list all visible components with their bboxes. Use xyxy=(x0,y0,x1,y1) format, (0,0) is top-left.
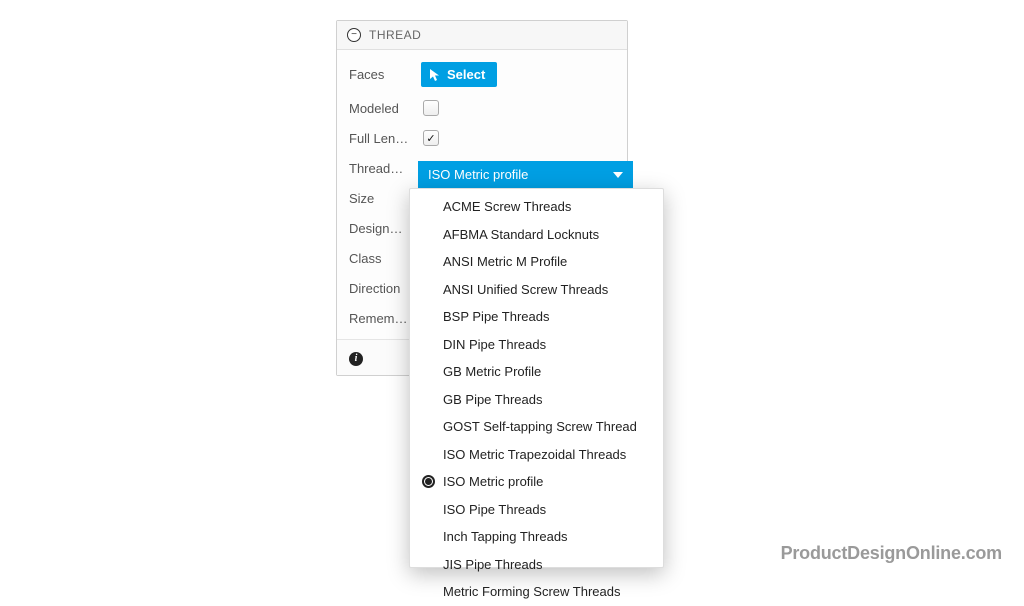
faces-select-button[interactable]: Select xyxy=(421,62,497,87)
panel-header: − THREAD xyxy=(337,21,627,50)
radio-spacer xyxy=(422,585,435,598)
thread-type-option-label: JIS Pipe Threads xyxy=(443,555,542,575)
thread-type-option[interactable]: ISO Pipe Threads xyxy=(410,496,663,524)
watermark-text: ProductDesignOnline.com xyxy=(781,543,1002,564)
radio-spacer xyxy=(422,365,435,378)
radio-spacer xyxy=(422,283,435,296)
thread-type-selected-value: ISO Metric profile xyxy=(428,167,528,182)
thread-type-option[interactable]: ISO Metric profile xyxy=(410,468,663,496)
radio-spacer xyxy=(422,503,435,516)
radio-spacer xyxy=(422,530,435,543)
size-label: Size xyxy=(349,191,413,206)
thread-type-option-label: BSP Pipe Threads xyxy=(443,307,549,327)
radio-icon xyxy=(422,475,435,488)
thread-type-option[interactable]: Metric Forming Screw Threads xyxy=(410,578,663,606)
thread-type-option-label: DIN Pipe Threads xyxy=(443,335,546,355)
radio-spacer xyxy=(422,420,435,433)
thread-type-option[interactable]: ACME Screw Threads xyxy=(410,193,663,221)
radio-spacer xyxy=(422,558,435,571)
thread-type-option-label: GB Metric Profile xyxy=(443,362,541,382)
direction-label: Direction xyxy=(349,281,413,296)
row-modeled: Modeled xyxy=(337,93,627,123)
thread-type-option[interactable]: Inch Tapping Threads xyxy=(410,523,663,551)
collapse-icon[interactable]: − xyxy=(347,28,361,42)
designation-label: Design… xyxy=(349,221,413,236)
faces-label: Faces xyxy=(349,67,413,82)
thread-type-option-label: GB Pipe Threads xyxy=(443,390,542,410)
cursor-icon xyxy=(429,68,441,82)
thread-type-option[interactable]: GB Pipe Threads xyxy=(410,386,663,414)
radio-spacer xyxy=(422,228,435,241)
full-length-label: Full Len… xyxy=(349,131,413,146)
radio-spacer xyxy=(422,448,435,461)
thread-type-option-label: Metric Forming Screw Threads xyxy=(443,582,620,602)
modeled-label: Modeled xyxy=(349,101,413,116)
thread-type-option-label: ISO Metric Trapezoidal Threads xyxy=(443,445,626,465)
thread-type-option[interactable]: DIN Pipe Threads xyxy=(410,331,663,359)
class-label: Class xyxy=(349,251,413,266)
remember-label: Remem… xyxy=(349,311,413,326)
thread-type-option[interactable]: GB Metric Profile xyxy=(410,358,663,386)
thread-type-option-label: ISO Metric profile xyxy=(443,472,543,492)
thread-type-dropdown[interactable]: ISO Metric profile xyxy=(418,161,633,188)
radio-spacer xyxy=(422,338,435,351)
thread-type-option[interactable]: GOST Self-tapping Screw Thread xyxy=(410,413,663,441)
thread-type-option-label: ISO Pipe Threads xyxy=(443,500,546,520)
full-length-checkbox[interactable]: ✓ xyxy=(423,130,439,146)
thread-type-dropdown-menu: ACME Screw Threads AFBMA Standard Locknut… xyxy=(409,188,664,568)
thread-type-option[interactable]: JIS Pipe Threads xyxy=(410,551,663,579)
thread-type-option[interactable]: ANSI Unified Screw Threads xyxy=(410,276,663,304)
thread-type-option-label: ANSI Metric M Profile xyxy=(443,252,567,272)
thread-type-option-label: Inch Tapping Threads xyxy=(443,527,568,547)
chevron-down-icon xyxy=(613,172,623,178)
radio-spacer xyxy=(422,255,435,268)
thread-type-label: Thread… xyxy=(349,161,413,176)
thread-type-option[interactable]: ISO Metric Trapezoidal Threads xyxy=(410,441,663,469)
thread-type-option-label: ANSI Unified Screw Threads xyxy=(443,280,608,300)
thread-type-option[interactable]: AFBMA Standard Locknuts xyxy=(410,221,663,249)
thread-type-option[interactable]: ANSI Metric M Profile xyxy=(410,248,663,276)
radio-spacer xyxy=(422,393,435,406)
thread-type-option-label: AFBMA Standard Locknuts xyxy=(443,225,599,245)
radio-spacer xyxy=(422,310,435,323)
radio-spacer xyxy=(422,200,435,213)
row-full-length: Full Len… ✓ xyxy=(337,123,627,153)
modeled-checkbox[interactable] xyxy=(423,100,439,116)
info-icon[interactable]: i xyxy=(349,352,363,366)
select-button-label: Select xyxy=(447,67,485,82)
thread-type-option-label: ACME Screw Threads xyxy=(443,197,571,217)
thread-type-option[interactable]: BSP Pipe Threads xyxy=(410,303,663,331)
panel-title: THREAD xyxy=(369,28,421,42)
row-faces: Faces Select xyxy=(337,56,627,93)
thread-type-option-label: GOST Self-tapping Screw Thread xyxy=(443,417,637,437)
